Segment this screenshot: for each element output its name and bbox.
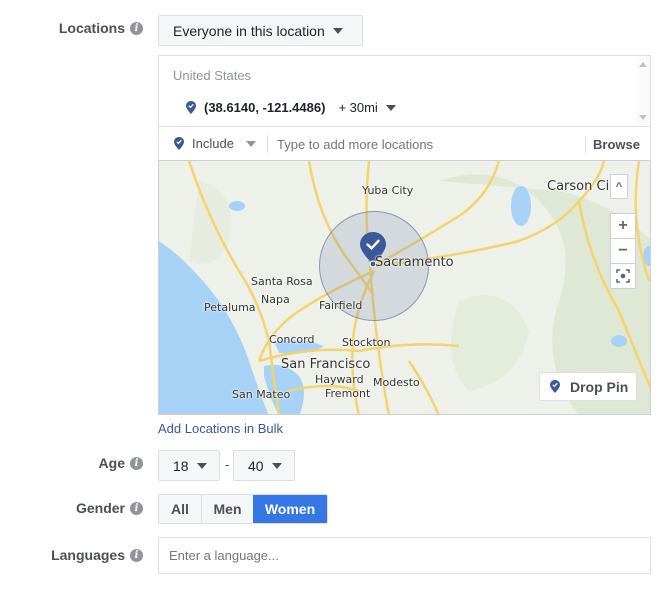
info-icon[interactable]: i — [130, 21, 143, 35]
gender-option-men[interactable]: Men — [202, 495, 253, 523]
gender-option-women[interactable]: Women — [253, 495, 327, 523]
scroll-up-icon[interactable] — [639, 62, 647, 67]
map-label-hayward: Hayward — [315, 373, 364, 386]
map-label-napa: Napa — [261, 293, 290, 306]
collapse-map-button[interactable]: ^ — [610, 174, 628, 199]
scroll-down-icon[interactable] — [639, 115, 647, 120]
zoom-out-button[interactable]: − — [610, 238, 636, 264]
age-label: Age i — [99, 455, 143, 471]
map-label-concord: Concord — [269, 333, 315, 346]
map-label-stockton: Stockton — [342, 336, 391, 349]
map-label-carson-city: Carson Ci — [547, 179, 610, 194]
location-pin-icon — [174, 137, 184, 150]
location-pin-icon — [186, 101, 196, 114]
info-icon[interactable]: i — [130, 501, 143, 515]
age-min-select[interactable]: 18 — [158, 450, 220, 481]
browse-button[interactable]: Browse — [593, 137, 640, 152]
gender-segmented-control: All Men Women — [158, 494, 328, 524]
divider — [267, 135, 268, 153]
info-icon[interactable]: i — [130, 456, 143, 470]
scrollbar[interactable] — [636, 56, 650, 126]
map-label-san-mateo: San Mateo — [232, 388, 291, 401]
locations-label: Locations i — [59, 20, 143, 36]
radius-select[interactable]: + 30mi — [338, 100, 396, 115]
chevron-down-icon — [196, 462, 207, 469]
map-label-sacramento: Sacramento — [375, 255, 454, 270]
chevron-down-icon — [385, 104, 396, 111]
location-search-row: Include Browse — [158, 126, 651, 161]
include-select[interactable]: Include — [174, 136, 256, 151]
country-label: United States — [173, 68, 252, 83]
drop-pin-button[interactable]: Drop Pin — [539, 372, 637, 401]
selected-locations-box: United States (38.6140, -121.4486) + 30m… — [158, 55, 651, 127]
audience-select[interactable]: Everyone in this location — [158, 15, 363, 46]
gender-label: Gender i — [76, 500, 143, 516]
zoom-in-button[interactable]: + — [610, 213, 636, 239]
chevron-down-icon — [332, 27, 343, 34]
language-input[interactable] — [158, 537, 651, 574]
recenter-icon — [616, 269, 630, 283]
map-label-san-francisco: San Francisco — [281, 357, 371, 372]
map-label-fremont: Fremont — [325, 387, 371, 400]
divider — [585, 137, 586, 153]
gender-option-all[interactable]: All — [159, 495, 202, 523]
selected-location[interactable]: (38.6140, -121.4486) + 30mi — [186, 100, 396, 115]
location-search-input[interactable] — [277, 133, 577, 155]
map-label-yuba-city: Yuba City — [362, 184, 414, 197]
map-label-fairfield: Fairfield — [319, 299, 363, 312]
languages-label: Languages i — [51, 547, 143, 563]
location-pin-icon — [550, 380, 560, 393]
map[interactable]: Yuba City Carson Ci Sacramento Santa Ros… — [158, 160, 651, 415]
recenter-button[interactable] — [610, 263, 636, 289]
chevron-down-icon — [245, 140, 256, 147]
chevron-down-icon — [271, 462, 282, 469]
add-locations-in-bulk-link[interactable]: Add Locations in Bulk — [158, 421, 283, 436]
map-label-petaluma: Petaluma — [204, 301, 256, 314]
age-separator: - — [225, 457, 230, 472]
map-label-santa-rosa: Santa Rosa — [251, 275, 313, 288]
age-max-select[interactable]: 40 — [233, 450, 295, 481]
map-label-modesto: Modesto — [373, 376, 420, 389]
info-icon[interactable]: i — [130, 548, 143, 562]
